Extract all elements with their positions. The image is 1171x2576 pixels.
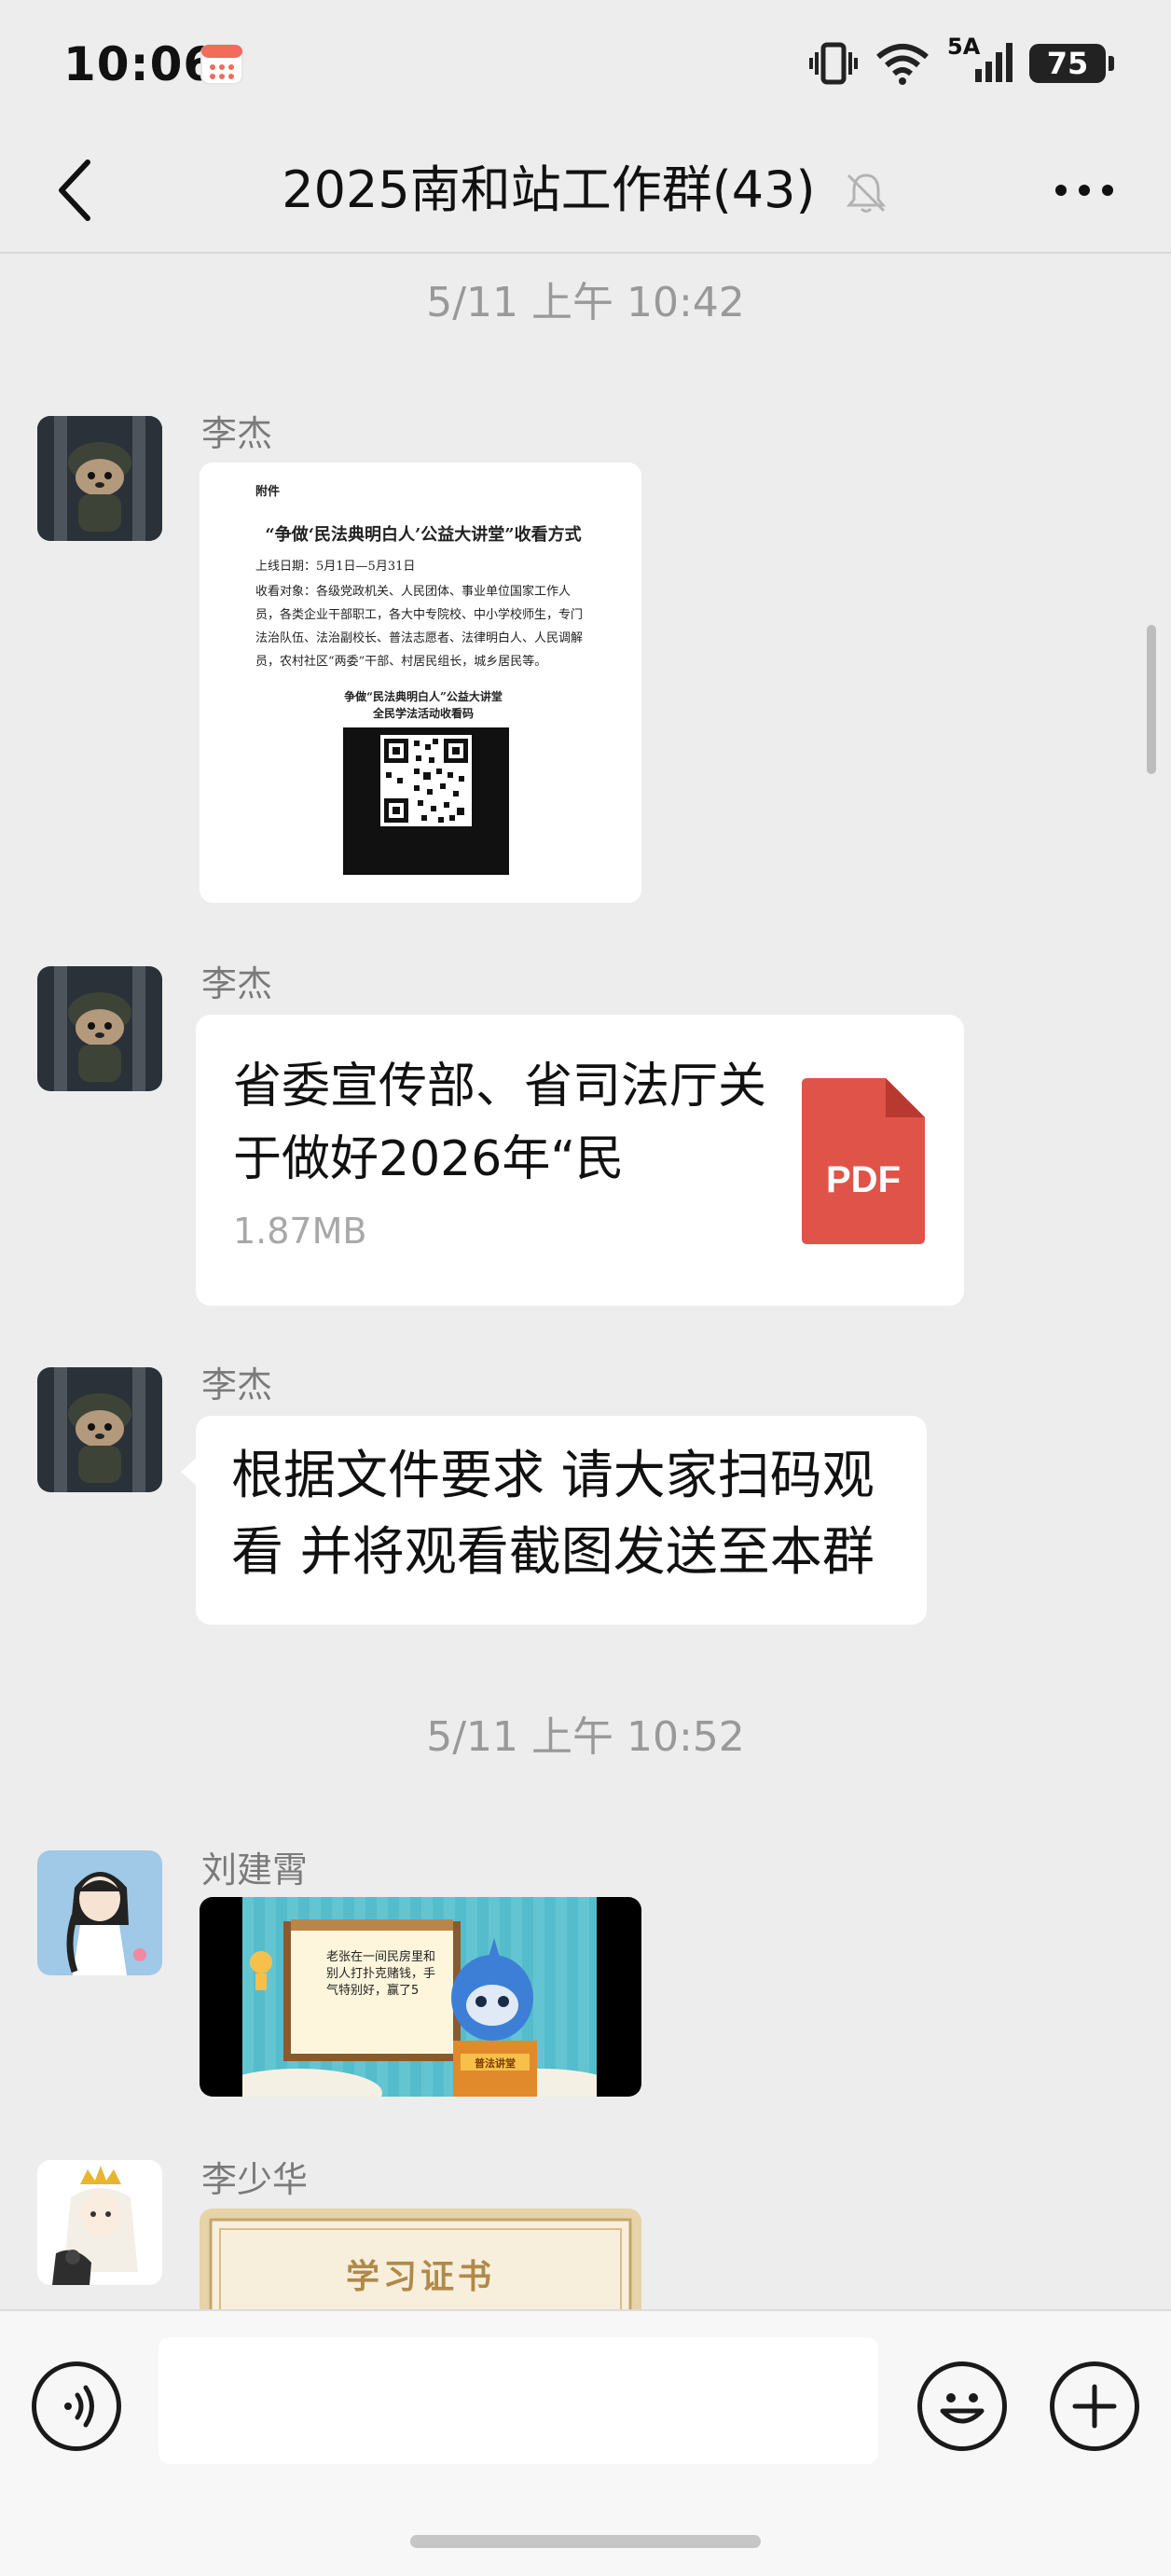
sender-name: 李杰 [201,1364,273,1406]
scrollbar[interactable] [1147,625,1156,774]
more-icon[interactable] [1052,172,1117,209]
document-content: 附件 “争做‘民法典明白人’公益大讲堂”收看方式 上线日期：5月1日—5月31日… [255,481,591,722]
certificate-title: 学习证书 [345,2258,495,2296]
avatar-lijie[interactable] [37,1367,162,1492]
voice-button[interactable] [32,2361,121,2451]
wifi-icon [876,44,929,85]
status-icons: 5A 75 [809,34,1114,86]
sender-name: 李杰 [201,963,273,1004]
avatar-lijie[interactable] [37,966,162,1091]
chat-title-wrap: 2025南和站工作群(43) [0,153,1171,228]
avatar-girl-illustration [37,1850,162,1975]
message-text: 根据文件要求 请大家扫码观看 并将观看截图发送至本群 [231,1446,875,1583]
certificate-image-message[interactable]: 学习证书 [200,2209,641,2311]
battery-level: 75 [1046,46,1089,81]
document-image-message[interactable]: 附件 “争做‘民法典明白人’公益大讲堂”收看方式 上线日期：5月1日—5月31日… [200,463,641,903]
doc-qr-caption: 争做“民法典明白人”公益大讲堂 全民学法活动收看码 [255,688,591,722]
sender-name: 刘建霄 [201,1849,309,1890]
qr-code-frame [343,727,509,875]
video-thumbnail: 老张在一间民房里和别人打扑克赌钱，手气特别好，赢了5 普法讲堂 [242,1897,597,2097]
doc-qr-caption-1: 争做“民法典明白人”公益大讲堂 [344,690,503,703]
emoji-button[interactable] [917,2361,1007,2451]
file-size: 1.87MB [233,1211,367,1252]
vibrate-icon [809,42,858,85]
avatar-dog-soldier-image [37,966,162,1091]
pdf-icon: PDF [802,1078,925,1244]
chat-header: 2025南和站工作群(43) [0,131,1171,254]
avatar-princess-illustration [37,2160,162,2285]
battery-indicator: 75 [1029,44,1114,83]
doc-date-line: 上线日期：5月1日—5月31日 [255,560,416,574]
video-message[interactable]: 老张在一间民房里和别人打扑克赌钱，手气特别好，赢了5 普法讲堂 [200,1897,641,2097]
plus-button[interactable] [1050,2361,1139,2451]
message-input[interactable] [158,2337,878,2464]
doc-label: 附件 [255,485,281,499]
emoji-icon [940,2393,985,2424]
avatar-lijie[interactable] [37,416,162,541]
sender-name: 李杰 [201,413,273,454]
pdf-label: PDF [826,1159,901,1200]
timestamp: 5/11 上午 10:42 [426,279,745,326]
doc-title: “争做‘民法典明白人’公益大讲堂”收看方式 [265,525,582,545]
text-message[interactable]: 根据文件要求 请大家扫码观看 并将观看截图发送至本群 [181,1416,927,1625]
file-name: 省委宣传部、省司法厅关于做好2026年“民 [233,1059,767,1187]
video-board-text: 老张在一间民房里和别人打扑克赌钱，手气特别好，赢了5 [326,1950,436,1998]
video-podium-text: 普法讲堂 [475,2057,516,2070]
calendar-notification-icon [200,44,243,85]
doc-qr-caption-2: 全民学法活动收看码 [372,707,474,720]
status-bar: 10:06 5A 75 [0,0,1171,131]
cellular-signal-icon: 5A [947,34,1013,86]
sender-name: 李少华 [201,2159,309,2200]
doc-audience: 收看对象：各级党政机关、人民团体、事业单位国家工作人员，各类企业干部职工，各大中… [255,585,584,669]
home-indicator[interactable] [410,2535,761,2548]
avatar-liujianxiao[interactable] [37,1850,162,1975]
status-time: 10:06 [63,37,217,91]
avatar-dog-soldier-image [37,416,162,541]
voice-icon [64,2385,94,2428]
chat-title[interactable]: 2025南和站工作群(43) [282,160,815,219]
avatar-dog-soldier-image [37,1367,162,1492]
timestamp: 5/11 上午 10:52 [426,1713,745,1761]
qr-code-icon [380,735,472,826]
plus-icon [1072,2384,1117,2429]
file-message[interactable]: 省委宣传部、省司法厅关于做好2026年“民 1.87MB PDF [196,1015,964,1306]
avatar-lishaohua[interactable] [37,2160,162,2285]
mute-bell-icon [846,173,886,214]
